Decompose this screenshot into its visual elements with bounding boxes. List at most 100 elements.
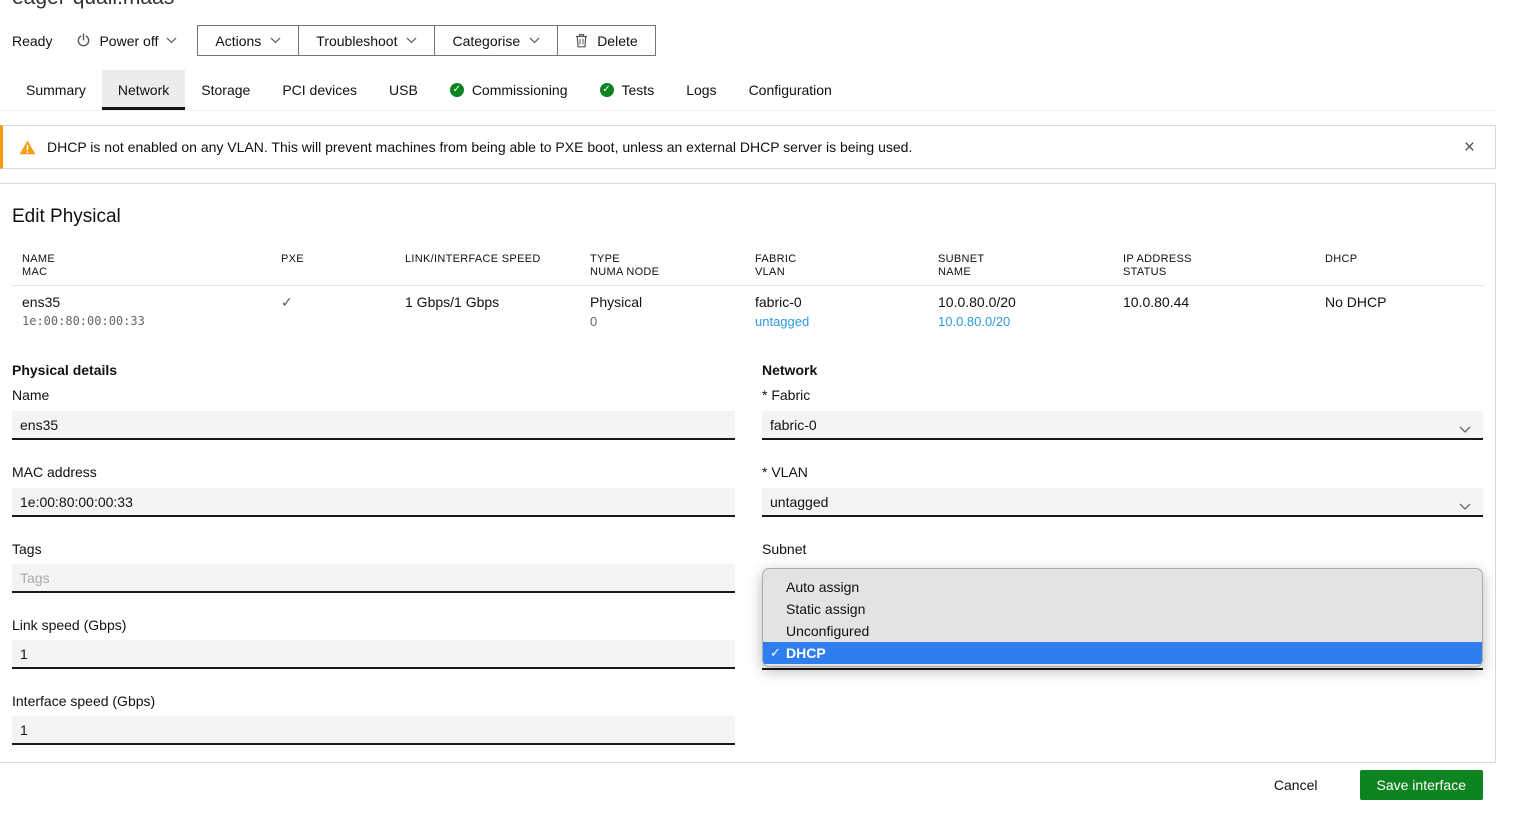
dhcp-status-value: No DHCP xyxy=(1325,294,1386,310)
interface-name: ens35 xyxy=(22,294,60,310)
interface-speed-label: Interface speed (Gbps) xyxy=(12,693,155,709)
name-field[interactable] xyxy=(12,411,735,440)
tab-network[interactable]: Network xyxy=(102,70,185,110)
interface-speed-field[interactable] xyxy=(12,716,735,745)
chevron-down-icon xyxy=(529,37,540,44)
chevron-down-icon xyxy=(166,37,177,44)
success-check-icon: ✓ xyxy=(600,83,614,97)
vlan-select-value: untagged xyxy=(770,494,828,510)
column-header-subnet-name: SUBNETNAME xyxy=(938,253,984,279)
interface-mac: 1e:00:80:00:00:33 xyxy=(22,314,145,328)
selected-check-icon: ✓ xyxy=(770,642,781,664)
vlan-label: * VLAN xyxy=(762,464,808,480)
subnet-option-auto-assign[interactable]: Auto assign xyxy=(763,576,1482,598)
tab-label: Storage xyxy=(201,82,250,98)
column-header-type-numa: TYPENUMA NODE xyxy=(590,253,659,279)
tab-label: Commissioning xyxy=(472,82,568,98)
name-label: Name xyxy=(12,387,49,403)
banner-message: DHCP is not enabled on any VLAN. This wi… xyxy=(47,139,912,155)
fabric-label: * Fabric xyxy=(762,387,810,403)
tab-usb[interactable]: USB xyxy=(373,70,434,110)
mac-address-label: MAC address xyxy=(12,464,97,480)
subnet-label: Subnet xyxy=(762,541,806,557)
tab-logs[interactable]: Logs xyxy=(670,70,732,110)
machine-details-page: eager-quail.maas Ready Power off Actions… xyxy=(0,0,1514,813)
table-header-divider xyxy=(12,285,1484,286)
numa-node-value: 0 xyxy=(590,314,597,329)
physical-details-heading: Physical details xyxy=(12,362,117,378)
tab-summary[interactable]: Summary xyxy=(10,70,102,110)
power-icon xyxy=(76,33,91,48)
tab-label: Logs xyxy=(686,82,716,98)
tags-label: Tags xyxy=(12,541,42,557)
network-heading: Network xyxy=(762,362,817,378)
subnet-dropdown-menu: Auto assign Static assign Unconfigured ✓… xyxy=(762,568,1483,667)
machine-status: Ready xyxy=(12,33,52,49)
machine-tabs: Summary Network Storage PCI devices USB … xyxy=(0,70,1496,111)
warning-icon xyxy=(19,140,36,155)
mac-address-field[interactable] xyxy=(12,488,735,517)
pxe-check-icon: ✓ xyxy=(281,294,293,311)
tags-field[interactable] xyxy=(12,564,735,593)
save-interface-button[interactable]: Save interface xyxy=(1360,770,1484,800)
subnet-option-unconfigured[interactable]: Unconfigured xyxy=(763,620,1482,642)
troubleshoot-menu-button[interactable]: Troubleshoot xyxy=(299,26,435,55)
chevron-down-icon xyxy=(1459,498,1471,514)
fabric-value: fabric-0 xyxy=(755,294,802,310)
power-menu-label: Power off xyxy=(99,33,158,49)
tab-label: USB xyxy=(389,82,418,98)
interface-type: Physical xyxy=(590,294,642,310)
edit-physical-card: Edit Physical NAMEMAC PXE LINK/INTERFACE… xyxy=(0,183,1496,813)
column-header-ip-status: IP ADDRESSSTATUS xyxy=(1123,253,1192,279)
column-header-pxe: PXE xyxy=(281,253,304,266)
fabric-select[interactable]: fabric-0 xyxy=(762,411,1483,440)
column-header-link-speed: LINK/INTERFACE SPEED xyxy=(405,253,541,266)
chevron-down-icon xyxy=(270,37,281,44)
chevron-down-icon xyxy=(406,37,417,44)
chevron-down-icon xyxy=(1459,421,1471,437)
column-header-fabric-vlan: FABRICVLAN xyxy=(755,253,797,279)
tab-tests[interactable]: ✓ Tests xyxy=(584,70,671,110)
ip-address-value: 10.0.80.44 xyxy=(1123,294,1189,310)
subnet-option-static-assign[interactable]: Static assign xyxy=(763,598,1482,620)
delete-button[interactable]: Delete xyxy=(558,26,654,55)
edit-physical-title: Edit Physical xyxy=(12,206,121,228)
tab-label: PCI devices xyxy=(282,82,357,98)
tab-label: Network xyxy=(118,82,169,98)
column-header-dhcp: DHCP xyxy=(1325,253,1357,266)
link-interface-speed-value: 1 Gbps/1 Gbps xyxy=(405,294,499,310)
dhcp-warning-banner: DHCP is not enabled on any VLAN. This wi… xyxy=(0,125,1496,169)
close-icon[interactable]: × xyxy=(1460,138,1479,157)
subnet-name-link[interactable]: 10.0.80.0/20 xyxy=(938,314,1010,329)
machine-action-button-group: Actions Troubleshoot Categorise Delete xyxy=(197,25,655,56)
vlan-link[interactable]: untagged xyxy=(755,314,809,329)
actions-menu-label: Actions xyxy=(215,33,261,49)
tab-storage[interactable]: Storage xyxy=(185,70,266,110)
vlan-select[interactable]: untagged xyxy=(762,488,1483,517)
tab-label: Tests xyxy=(622,82,655,98)
success-check-icon: ✓ xyxy=(450,83,464,97)
tab-commissioning[interactable]: ✓ Commissioning xyxy=(434,70,584,110)
categorise-menu-label: Categorise xyxy=(452,33,520,49)
subnet-select-bottom-border xyxy=(762,668,1483,670)
subnet-option-dhcp[interactable]: ✓ DHCP xyxy=(763,642,1482,664)
tab-pci-devices[interactable]: PCI devices xyxy=(266,70,373,110)
subnet-value: 10.0.80.0/20 xyxy=(938,294,1016,310)
form-footer: Cancel Save interface xyxy=(0,762,1496,813)
column-header-name-mac: NAMEMAC xyxy=(22,253,55,279)
tab-label: Summary xyxy=(26,82,86,98)
cancel-button[interactable]: Cancel xyxy=(1264,770,1328,800)
machine-title: eager-quail.maas xyxy=(12,0,174,10)
tab-configuration[interactable]: Configuration xyxy=(733,70,848,110)
delete-label: Delete xyxy=(597,33,637,49)
power-menu-button[interactable]: Power off xyxy=(76,33,177,49)
troubleshoot-menu-label: Troubleshoot xyxy=(316,33,397,49)
machine-actions-row: Ready Power off Actions Troubleshoot Cat… xyxy=(12,25,656,56)
link-speed-label: Link speed (Gbps) xyxy=(12,617,126,633)
option-label: DHCP xyxy=(786,645,826,661)
actions-menu-button[interactable]: Actions xyxy=(198,26,299,55)
trash-icon xyxy=(575,33,588,48)
categorise-menu-button[interactable]: Categorise xyxy=(435,26,558,55)
tab-label: Configuration xyxy=(749,82,832,98)
link-speed-field[interactable] xyxy=(12,640,735,669)
